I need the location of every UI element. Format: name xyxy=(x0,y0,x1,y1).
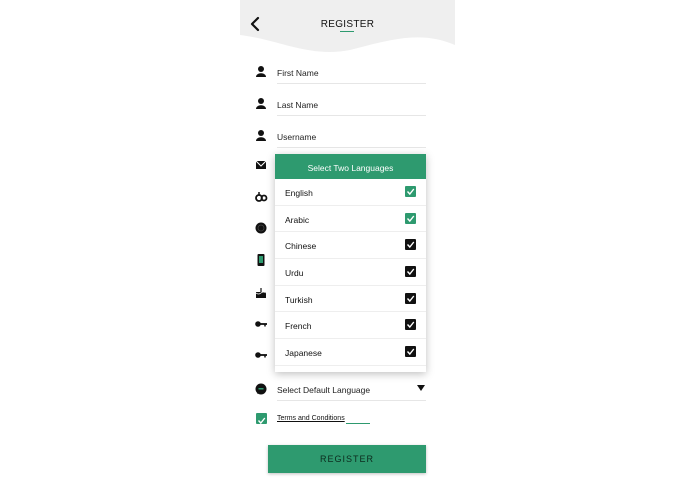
user-icon xyxy=(256,66,266,77)
check-icon xyxy=(257,417,266,425)
terms-underline-accent xyxy=(346,423,370,424)
language-option[interactable]: Chinese xyxy=(275,232,426,260)
check-icon xyxy=(406,188,415,196)
check-icon xyxy=(406,215,415,222)
title-accent xyxy=(340,31,354,32)
field-underline xyxy=(277,147,426,148)
language-option[interactable]: Turkish xyxy=(275,286,426,313)
username-label: Username xyxy=(277,132,317,142)
mail-icon xyxy=(255,160,267,169)
language-checkbox[interactable] xyxy=(405,186,416,197)
page-title: REGISTER xyxy=(320,19,375,30)
field-underline xyxy=(277,400,426,401)
header-wave xyxy=(240,0,455,53)
language-option[interactable]: Arabic xyxy=(275,206,426,233)
chat-icon xyxy=(255,383,267,395)
field-underline xyxy=(277,83,426,84)
key-icon xyxy=(255,321,267,327)
default-language-select[interactable]: Select Default Language xyxy=(254,378,426,408)
first-name-field[interactable]: First Name xyxy=(254,61,426,91)
terms-row: Terms and Conditions xyxy=(254,411,394,427)
last-name-field[interactable]: Last Name xyxy=(254,93,426,123)
language-option[interactable]: Urdu xyxy=(275,259,426,286)
last-name-label: Last Name xyxy=(277,100,319,110)
language-checkbox[interactable] xyxy=(405,266,416,278)
key-icon xyxy=(255,352,267,358)
dialog-title: Select Two Languages xyxy=(275,154,426,179)
default-language-label: Select Default Language xyxy=(277,385,371,395)
language-checkbox[interactable] xyxy=(405,346,416,358)
field-underline xyxy=(277,115,426,116)
phone-icon xyxy=(257,254,265,266)
check-icon xyxy=(406,322,415,329)
user-icon xyxy=(256,98,266,109)
dropdown-arrow-icon xyxy=(417,385,425,391)
check-icon xyxy=(406,241,415,249)
birthday-icon xyxy=(255,288,267,298)
language-option[interactable]: English xyxy=(275,179,426,206)
language-option[interactable]: Spanish xyxy=(275,366,426,372)
gender-icon xyxy=(255,192,268,202)
language-name: Chinese xyxy=(285,241,317,252)
language-name: Arabic xyxy=(285,214,310,225)
check-icon xyxy=(406,348,415,356)
language-option[interactable]: Japanese xyxy=(275,339,426,366)
user-icon xyxy=(256,130,266,141)
language-name: French xyxy=(285,321,312,332)
language-checkbox[interactable] xyxy=(405,212,416,224)
language-name: Urdu xyxy=(285,268,304,279)
language-name: Japanese xyxy=(285,348,322,359)
language-checkbox[interactable] xyxy=(405,319,416,331)
check-icon xyxy=(406,295,415,302)
language-dialog: Select Two Languages English Arabic Chines… xyxy=(275,154,426,372)
check-icon xyxy=(406,268,415,276)
language-checkbox[interactable] xyxy=(405,239,416,251)
globe-icon xyxy=(255,222,267,234)
terms-checkbox[interactable] xyxy=(256,413,267,425)
username-field[interactable]: Username xyxy=(254,125,426,155)
header: REGISTER xyxy=(240,0,455,60)
language-option[interactable]: French xyxy=(275,312,426,340)
first-name-label: First Name xyxy=(277,68,319,78)
language-list[interactable]: English Arabic Chinese Urdu Turkish French Jap… xyxy=(275,179,426,372)
register-button[interactable]: REGISTER xyxy=(268,445,426,473)
terms-link[interactable]: Terms and Conditions xyxy=(277,415,345,422)
language-name: Turkish xyxy=(285,294,313,305)
language-name: English xyxy=(285,188,313,198)
language-checkbox[interactable] xyxy=(405,292,416,304)
